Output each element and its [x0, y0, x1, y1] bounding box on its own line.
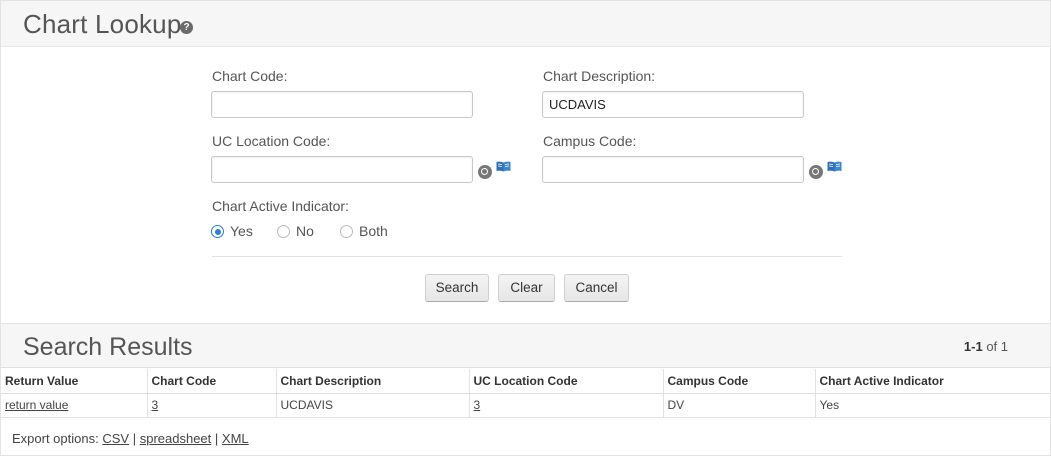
results-total: of 1: [986, 339, 1008, 354]
chart-code-link[interactable]: 3: [152, 398, 159, 412]
column-header[interactable]: UC Location Code: [469, 369, 664, 394]
chart-description-label: Chart Description:: [543, 68, 656, 84]
chart-code-label: Chart Code:: [212, 68, 288, 84]
form-divider: [212, 256, 842, 257]
book-inquiry-icon[interactable]: [827, 161, 842, 172]
uc-location-code-label: UC Location Code:: [212, 133, 331, 149]
export-csv-link[interactable]: CSV: [102, 431, 129, 446]
results-title: Search Results: [23, 333, 193, 361]
book-inquiry-icon[interactable]: [496, 161, 511, 172]
column-header[interactable]: Chart Active Indicator: [815, 369, 1050, 394]
column-header[interactable]: Chart Description: [276, 369, 470, 394]
table-header-row: Return Value Chart Code Chart Descriptio…: [1, 369, 1050, 394]
table-row: return value 3 UCDAVIS 3 DV Yes: [1, 393, 1050, 418]
uc-location-code-link[interactable]: 3: [474, 398, 481, 412]
search-lookup-icon[interactable]: [478, 165, 492, 179]
page-header: Chart Lookup ?: [1, 1, 1050, 47]
cancel-button[interactable]: Cancel: [564, 274, 629, 302]
export-options: Export options: CSV | spreadsheet | XML: [12, 431, 249, 446]
export-separator: |: [214, 431, 219, 446]
active-indicator-cell: Yes: [815, 393, 1050, 418]
search-button[interactable]: Search: [425, 274, 489, 302]
column-header[interactable]: Chart Code: [147, 369, 277, 394]
radio-yes-label: Yes: [230, 223, 253, 239]
export-label: Export options:: [12, 431, 99, 446]
return-value-link[interactable]: return value: [5, 398, 68, 412]
results-header: Search Results 1-1 of 1: [1, 323, 1050, 368]
campus-code-input[interactable]: [542, 156, 804, 183]
help-icon[interactable]: ?: [180, 21, 193, 34]
campus-code-cell: DV: [663, 393, 816, 418]
active-indicator-label: Chart Active Indicator:: [212, 198, 349, 214]
radio-no[interactable]: [277, 225, 290, 238]
uc-location-code-cell: 3: [469, 393, 664, 418]
page-title: Chart Lookup: [23, 9, 182, 39]
radio-both-label: Both: [359, 223, 388, 239]
column-header[interactable]: Campus Code: [663, 369, 816, 394]
return-value-cell: return value: [1, 393, 148, 418]
radio-no-label: No: [296, 223, 314, 239]
chart-code-input[interactable]: [211, 91, 473, 118]
export-spreadsheet-link[interactable]: spreadsheet: [140, 431, 212, 446]
search-lookup-icon[interactable]: [809, 165, 823, 179]
clear-button[interactable]: Clear: [498, 274, 555, 302]
column-header[interactable]: Return Value: [1, 369, 148, 394]
uc-location-code-input[interactable]: [211, 156, 473, 183]
export-xml-link[interactable]: XML: [222, 431, 249, 446]
radio-both[interactable]: [340, 225, 353, 238]
results-pager: 1-1 of 1: [964, 339, 1008, 354]
export-separator: |: [132, 431, 137, 446]
results-range: 1-1: [963, 339, 983, 354]
chart-description-cell: UCDAVIS: [276, 393, 470, 418]
results-table: Return Value Chart Code Chart Descriptio…: [1, 369, 1050, 418]
campus-code-label: Campus Code:: [543, 133, 637, 149]
radio-yes[interactable]: [211, 225, 224, 238]
chart-description-input[interactable]: [542, 91, 804, 118]
chart-code-cell: 3: [147, 393, 277, 418]
